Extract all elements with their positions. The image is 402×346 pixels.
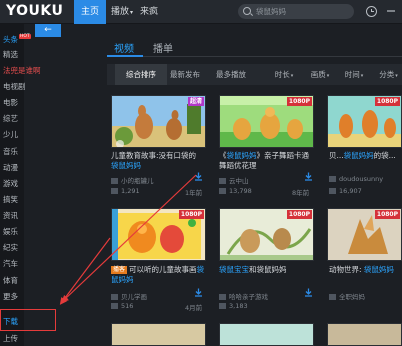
annotation-arrow <box>59 237 111 305</box>
annotation-arrow <box>61 174 197 303</box>
annotation-arrows <box>59 174 197 305</box>
